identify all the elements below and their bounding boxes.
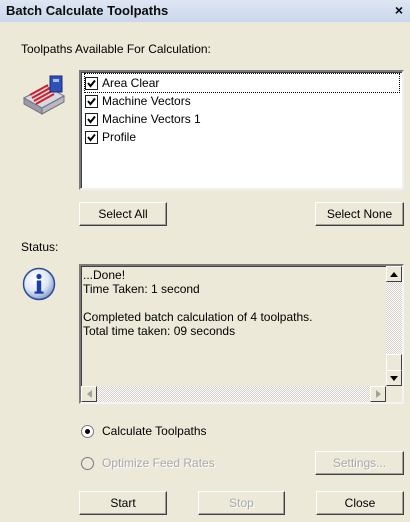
- settings-button: Settings...: [315, 451, 404, 475]
- toolpath-label: Area Clear: [102, 76, 160, 90]
- toolpath-item-machine-vectors[interactable]: Machine Vectors: [85, 92, 191, 110]
- select-all-button[interactable]: Select All: [79, 202, 167, 226]
- toolpath-item-machine-vectors-1[interactable]: Machine Vectors 1: [85, 110, 201, 128]
- horizontal-scrollbar[interactable]: [81, 386, 386, 402]
- optimize-feed-rates-option: Optimize Feed Rates: [81, 456, 215, 470]
- close-window-button[interactable]: ×: [392, 2, 406, 18]
- window-title: Batch Calculate Toolpaths: [6, 3, 169, 18]
- status-log: ...Done! Time Taken: 1 second Completed ba…: [79, 264, 404, 404]
- radio-button[interactable]: [81, 424, 94, 438]
- status-line: Time Taken: 1 second: [83, 282, 200, 296]
- optimize-feed-rates-label: Optimize Feed Rates: [102, 456, 215, 470]
- start-button[interactable]: Start: [79, 491, 167, 515]
- status-heading: Status:: [21, 240, 59, 254]
- status-line: [83, 296, 384, 310]
- title-bar: Batch Calculate Toolpaths ×: [0, 0, 410, 22]
- checkbox[interactable]: [85, 112, 98, 126]
- status-line: ...Done!: [83, 268, 126, 282]
- toolpaths-list[interactable]: Area Clear Machine Vectors Machine Vecto…: [79, 70, 404, 190]
- toolpath-label: Machine Vectors: [102, 94, 191, 108]
- status-line: Completed batch calculation of 4 toolpat…: [83, 310, 313, 324]
- scroll-corner: [386, 386, 402, 402]
- scroll-up-arrow-icon[interactable]: [386, 266, 402, 282]
- scroll-down-arrow-icon[interactable]: [386, 370, 402, 386]
- toolpath-item-area-clear[interactable]: Area Clear: [84, 73, 400, 93]
- toolpath-label: Machine Vectors 1: [102, 112, 201, 126]
- toolpath-icon: [22, 75, 66, 115]
- toolpaths-heading: Toolpaths Available For Calculation:: [21, 42, 211, 56]
- info-icon: [22, 267, 56, 301]
- scroll-right-arrow-icon[interactable]: [370, 386, 386, 402]
- toolpath-item-profile[interactable]: Profile: [85, 128, 136, 146]
- checkbox[interactable]: [85, 76, 98, 90]
- scroll-left-arrow-icon[interactable]: [81, 386, 97, 402]
- checkbox[interactable]: [85, 94, 98, 108]
- calculate-toolpaths-label: Calculate Toolpaths: [102, 424, 207, 438]
- close-button[interactable]: Close: [316, 491, 404, 515]
- select-none-button[interactable]: Select None: [315, 202, 404, 226]
- vertical-scrollbar[interactable]: [386, 266, 402, 386]
- calculate-toolpaths-option[interactable]: Calculate Toolpaths: [81, 424, 207, 438]
- checkbox[interactable]: [85, 130, 98, 144]
- status-text: ...Done! Time Taken: 1 second Completed ba…: [83, 268, 384, 338]
- toolpath-label: Profile: [102, 130, 137, 144]
- status-line: Total time taken: 09 seconds: [83, 324, 236, 338]
- stop-button: Stop: [198, 491, 285, 515]
- radio-button: [81, 456, 94, 470]
